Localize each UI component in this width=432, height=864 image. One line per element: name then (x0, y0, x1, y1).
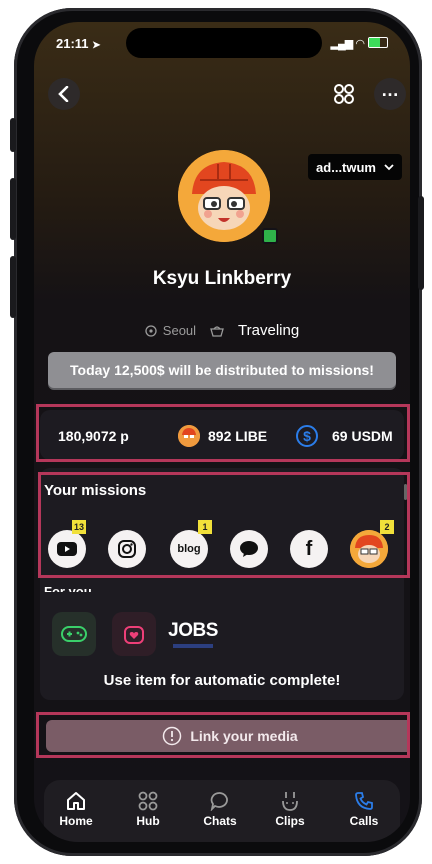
clips-icon (282, 792, 298, 811)
account-label: ad...twum (316, 159, 376, 175)
for-you-title: For you (44, 584, 92, 592)
profile-avatar[interactable] (178, 150, 270, 242)
account-selector[interactable]: ad...twum (308, 154, 402, 180)
chevron-left-icon (58, 86, 69, 102)
app-screen: 21:11 ➤ ▂▄▆ ◠ … ad...twum Ksyu Linkberry… (34, 22, 410, 842)
profile-location: Seoul (162, 323, 197, 338)
profile-name: Ksyu Linkberry (152, 268, 292, 289)
profile-activity: Traveling (238, 322, 300, 339)
use-item-text: Use item for automatic complete! (103, 672, 341, 689)
avatar-illustration (178, 150, 270, 242)
camera-notch (126, 28, 322, 58)
balance-highlight (36, 404, 410, 462)
shop-tile[interactable] (112, 612, 156, 656)
wifi-icon: ◠ (355, 38, 365, 50)
tab-calls-label: Calls (349, 814, 379, 828)
bottom-tab-bar: Home Hub Chats Clips Calls (44, 780, 400, 842)
jobs-tile[interactable]: JOBS (168, 612, 218, 656)
tab-calls[interactable]: Calls (336, 788, 392, 828)
missions-banner: Today 12,500$ will be distributed to mis… (48, 352, 396, 388)
tab-home[interactable]: Home (48, 788, 104, 828)
missions-highlight (38, 472, 410, 578)
tab-clips-label: Clips (275, 814, 305, 828)
hub-grid-button[interactable] (330, 80, 358, 108)
mute-switch (10, 118, 16, 152)
jobs-label: JOBS (168, 620, 218, 641)
signal-icon: ▂▄▆ (330, 38, 354, 50)
chat-icon (210, 792, 228, 811)
grid-icon (138, 791, 158, 811)
tab-chats[interactable]: Chats (192, 788, 248, 828)
home-icon (67, 792, 85, 810)
volume-up-button (10, 178, 16, 240)
more-icon: … (381, 79, 399, 100)
tab-hub[interactable]: Hub (120, 788, 176, 828)
phone-icon (355, 792, 373, 810)
battery-icon (368, 37, 388, 48)
gamepad-icon (61, 626, 87, 642)
status-time: 21:11 ➤ (56, 36, 101, 51)
game-tile[interactable] (52, 612, 96, 656)
chevron-down-icon (384, 163, 394, 170)
tab-home-label: Home (59, 814, 93, 828)
link-media-highlight (36, 712, 410, 758)
location-icon (145, 324, 157, 337)
profile-meta: Seoul Traveling (34, 322, 410, 339)
status-icons: ▂▄▆ ◠ (331, 36, 388, 50)
power-button (418, 196, 424, 290)
online-status-indicator (262, 228, 278, 244)
jobs-underline (173, 644, 213, 648)
more-options-button[interactable]: … (374, 78, 406, 110)
back-button[interactable] (48, 78, 80, 110)
grid-icon (334, 84, 354, 104)
status-bar: 21:11 ➤ ▂▄▆ ◠ (34, 22, 410, 62)
tab-chats-label: Chats (203, 814, 237, 828)
tab-hub-label: Hub (136, 814, 160, 828)
volume-down-button (10, 256, 16, 318)
tab-clips[interactable]: Clips (262, 788, 318, 828)
bag-icon (210, 325, 224, 337)
heart-bag-icon (124, 626, 144, 644)
